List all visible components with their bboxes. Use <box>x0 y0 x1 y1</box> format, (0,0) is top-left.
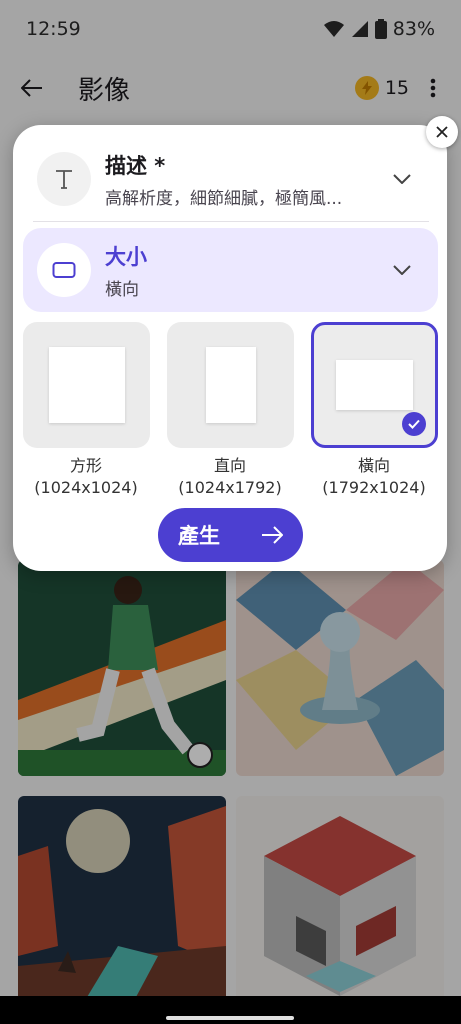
aspect-ratio-icon <box>37 243 91 297</box>
size-option-label: 橫向 (1792x1024) <box>304 455 444 499</box>
option-dims: (1024x1792) <box>178 478 282 497</box>
create-image-sheet: 描述 * 高解析度，細節細膩，極簡風... 大小 橫向 方形 (1024x102… <box>13 125 447 571</box>
option-dims: (1792x1024) <box>322 478 426 497</box>
close-icon <box>436 126 448 138</box>
close-button[interactable] <box>426 116 458 148</box>
divider <box>33 221 429 222</box>
check-icon <box>402 412 426 436</box>
option-name: 橫向 <box>357 456 390 475</box>
size-value: 橫向 <box>105 279 139 300</box>
option-dims: (1024x1024) <box>34 478 138 497</box>
size-option-label: 直向 (1024x1792) <box>160 455 300 499</box>
size-option-landscape[interactable] <box>311 322 438 448</box>
landscape-preview <box>336 360 413 410</box>
portrait-preview <box>205 347 256 423</box>
prompt-row[interactable]: 描述 * 高解析度，細節細膩，極簡風... <box>23 137 438 221</box>
prompt-label: 描述 * <box>105 153 166 178</box>
chevron-down-icon[interactable] <box>382 250 422 290</box>
arrow-right-icon <box>262 526 283 544</box>
chevron-down-icon[interactable] <box>382 159 422 199</box>
generate-label: 產生 <box>178 524 220 548</box>
size-option-label: 方形 (1024x1024) <box>16 455 156 499</box>
option-name: 方形 <box>69 456 102 475</box>
square-preview <box>48 347 125 423</box>
text-icon <box>37 152 91 206</box>
size-row[interactable]: 大小 橫向 <box>23 228 438 312</box>
size-option-portrait[interactable] <box>167 322 294 448</box>
size-option-square[interactable] <box>23 322 150 448</box>
home-gesture-handle[interactable] <box>166 1016 294 1020</box>
prompt-value: 高解析度，細節細膩，極簡風... <box>105 188 343 209</box>
size-label: 大小 <box>105 244 147 269</box>
option-name: 直向 <box>213 456 246 475</box>
generate-button[interactable]: 產生 <box>158 508 303 562</box>
